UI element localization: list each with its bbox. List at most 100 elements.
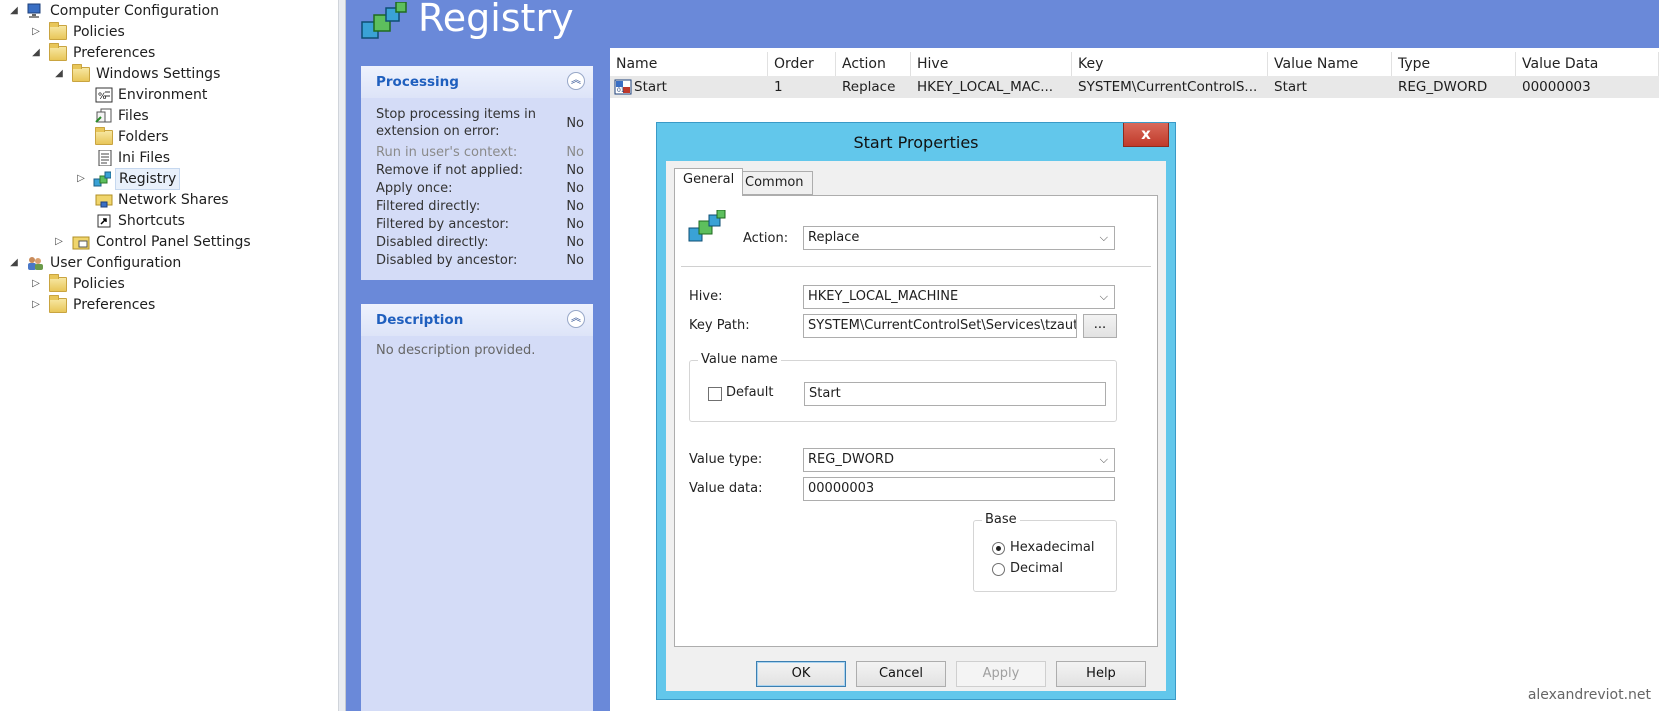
column-header-key[interactable]: Key <box>1072 52 1268 76</box>
processing-value: No <box>566 253 584 268</box>
processing-value: No <box>566 235 584 250</box>
expand-arrow-icon[interactable]: ◢ <box>53 63 65 85</box>
hexadecimal-radio[interactable] <box>992 542 1005 555</box>
cancel-button[interactable]: Cancel <box>856 661 946 687</box>
collapse-icon[interactable]: ︽ <box>567 72 585 90</box>
tree-item-label: Registry <box>115 168 181 190</box>
tree-item-user-policies[interactable]: ▷ Policies <box>0 273 338 295</box>
action-select[interactable]: Replace ⌵ <box>803 226 1115 250</box>
column-header-name[interactable]: Name <box>610 52 768 76</box>
key-path-input[interactable]: SYSTEM\CurrentControlSet\Services\tzauto… <box>803 314 1077 338</box>
tree-item-user-configuration[interactable]: ◢ User Configuration <box>0 252 338 274</box>
folders-icon <box>95 127 113 145</box>
tree-item-folders[interactable]: Folders <box>0 126 338 148</box>
tree-item-label: Computer Configuration <box>50 3 219 19</box>
tree-item-label: Control Panel Settings <box>96 234 251 250</box>
tree-item-windows-settings[interactable]: ◢ Windows Settings <box>0 63 338 85</box>
value-name-group: Value name Default Start <box>689 352 1117 422</box>
registry-icon <box>93 171 111 187</box>
tree-item-computer-configuration[interactable]: ◢ Computer Configuration <box>0 0 338 22</box>
pane-splitter[interactable] <box>338 0 346 711</box>
processing-row: Disabled by ancestor: No <box>376 252 586 269</box>
page-title: Registry <box>418 0 574 40</box>
value-type-select[interactable]: REG_DWORD ⌵ <box>803 448 1115 472</box>
shortcut-icon <box>97 214 111 228</box>
tree-item-network-shares[interactable]: Network Shares <box>0 189 338 211</box>
column-header-type[interactable]: Type <box>1392 52 1516 76</box>
base-group: Base Hexadecimal Decimal <box>973 512 1117 592</box>
registry-icon <box>361 2 407 39</box>
folder-icon <box>72 64 90 82</box>
column-header-order[interactable]: Order <box>768 52 836 76</box>
processing-row: Filtered by ancestor: No <box>376 216 586 233</box>
tree-item-files[interactable]: Files <box>0 105 338 127</box>
close-button[interactable]: x <box>1123 123 1169 147</box>
dialog-body: General Common Action: Replace ⌵ Hive: H… <box>666 161 1166 691</box>
collapse-icon[interactable]: ︽ <box>567 310 585 328</box>
svg-text:01: 01 <box>617 87 625 94</box>
console-tree: ◢ Computer Configuration ▷ Policies ◢ Pr… <box>0 0 338 711</box>
chevron-down-icon: ⌵ <box>1099 231 1108 244</box>
expand-arrow-icon[interactable]: ▷ <box>30 294 42 316</box>
tree-item-label: Policies <box>73 24 125 40</box>
tree-item-ini-files[interactable]: Ini Files <box>0 147 338 169</box>
base-group-title: Base <box>982 512 1020 527</box>
column-header-hive[interactable]: Hive <box>911 52 1072 76</box>
decimal-radio[interactable] <box>992 563 1005 576</box>
tab-common[interactable]: Common <box>736 171 813 195</box>
tree-item-preferences[interactable]: ◢ Preferences <box>0 42 338 64</box>
processing-value: No <box>566 181 584 196</box>
column-header-value-name[interactable]: Value Name <box>1268 52 1392 76</box>
description-text: No description provided. <box>376 343 536 358</box>
tree-item-environment[interactable]: % Environment <box>0 84 338 106</box>
expand-arrow-icon[interactable]: ◢ <box>8 252 20 274</box>
expand-arrow-icon[interactable]: ▷ <box>53 231 65 253</box>
network-share-icon <box>95 194 113 208</box>
help-button[interactable]: Help <box>1056 661 1146 687</box>
processing-card: Processing ︽ Stop processing items in ex… <box>361 66 593 280</box>
expand-arrow-icon[interactable]: ▷ <box>30 21 42 43</box>
cell-value-name: Start <box>1274 79 1307 95</box>
users-icon <box>28 257 43 270</box>
environment-icon: % <box>95 87 113 103</box>
hive-select[interactable]: HKEY_LOCAL_MACHINE ⌵ <box>803 285 1115 309</box>
tab-general[interactable]: General <box>674 168 744 196</box>
apply-button[interactable]: Apply <box>956 661 1046 687</box>
cell-order: 1 <box>774 79 783 95</box>
processing-label: Disabled directly: <box>376 235 489 250</box>
tree-item-control-panel-settings[interactable]: ▷ Control Panel Settings <box>0 231 338 253</box>
default-checkbox[interactable] <box>708 387 722 401</box>
value-data-input[interactable]: 00000003 <box>803 477 1115 501</box>
browse-button[interactable]: ... <box>1083 314 1117 338</box>
tree-item-registry[interactable]: ▷ Registry <box>0 168 338 190</box>
svg-text:%: % <box>98 92 107 102</box>
processing-label: Stop processing items in extension on er… <box>376 107 537 139</box>
expand-arrow-icon[interactable]: ◢ <box>8 0 20 22</box>
processing-value: No <box>566 163 584 178</box>
hive-label: Hive: <box>689 289 723 304</box>
tree-item-policies[interactable]: ▷ Policies <box>0 21 338 43</box>
ini-file-icon <box>98 150 112 166</box>
processing-label: Filtered by ancestor: <box>376 217 510 232</box>
processing-label: Filtered directly: <box>376 199 481 214</box>
column-header-value-data[interactable]: Value Data <box>1516 52 1659 76</box>
expand-arrow-icon[interactable]: ◢ <box>30 42 42 64</box>
processing-row: Disabled directly: No <box>376 234 586 251</box>
tree-item-user-preferences[interactable]: ▷ Preferences <box>0 294 338 316</box>
value-name-input[interactable]: Start <box>804 382 1106 406</box>
tree-item-shortcuts[interactable]: Shortcuts <box>0 210 338 232</box>
decimal-label: Decimal <box>1010 561 1064 576</box>
start-properties-dialog: Start Properties x General Common Action… <box>656 122 1176 700</box>
action-value: Replace <box>808 230 860 245</box>
watermark: alexandreviot.net <box>1527 687 1651 703</box>
tree-item-label: Windows Settings <box>96 66 221 82</box>
processing-label: Disabled by ancestor: <box>376 253 518 268</box>
registry-icon <box>688 210 726 242</box>
cell-hive: HKEY_LOCAL_MAC... <box>917 79 1054 95</box>
cell-value-data: 00000003 <box>1522 79 1591 95</box>
value-name-group-title: Value name <box>698 352 781 367</box>
ok-button[interactable]: OK <box>756 661 846 687</box>
column-header-action[interactable]: Action <box>836 52 911 76</box>
expand-arrow-icon[interactable]: ▷ <box>30 273 42 295</box>
expand-arrow-icon[interactable]: ▷ <box>75 168 87 190</box>
